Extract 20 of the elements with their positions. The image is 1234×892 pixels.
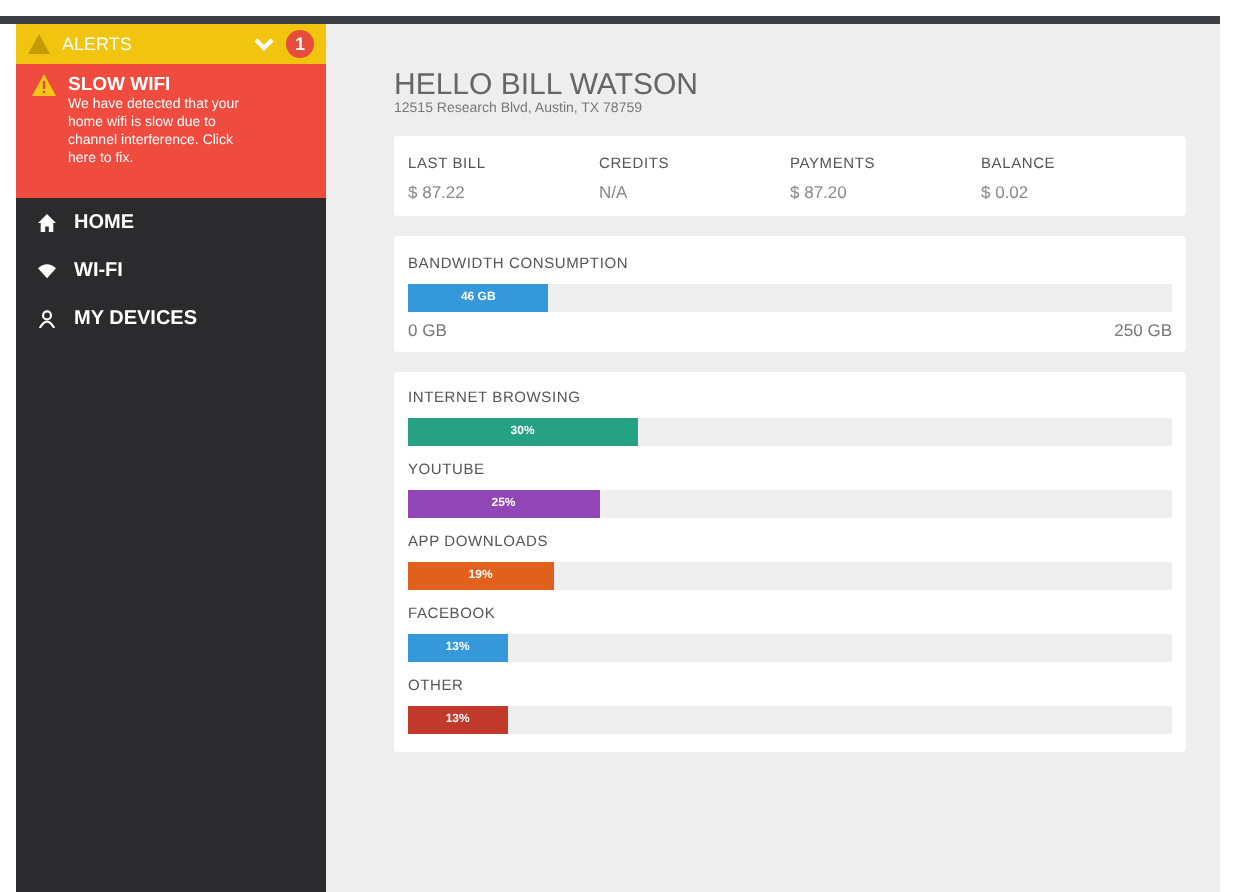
range-min: 0 GB [408, 320, 447, 340]
nav-item[interactable]: HOME [16, 198, 326, 246]
warning-icon [28, 34, 50, 54]
greeting-title: HELLO BILL WATSON [394, 68, 700, 102]
summary-value: $ 87.20 [790, 182, 849, 202]
nav-item[interactable]: MY DEVICES [16, 294, 326, 342]
alerts-label: ALERTS [62, 34, 134, 54]
alerts-bar[interactable]: ALERTS 1 [16, 24, 326, 64]
chevron-icon[interactable] [254, 36, 274, 52]
wifi-icon [38, 261, 56, 279]
summary-value: N/A [599, 182, 630, 202]
user-icon [38, 309, 56, 327]
nav-item[interactable]: WI-FI [16, 246, 326, 294]
alert-count-badge: 1 [286, 30, 314, 58]
warning-icon [32, 74, 56, 96]
summary-value: $ 87.22 [408, 182, 467, 202]
summary-value: $ 0.02 [981, 182, 1031, 202]
home-icon [38, 213, 56, 231]
alert-title: SLOW WIFI [68, 74, 173, 96]
range-max: 250 GB [1114, 320, 1172, 340]
